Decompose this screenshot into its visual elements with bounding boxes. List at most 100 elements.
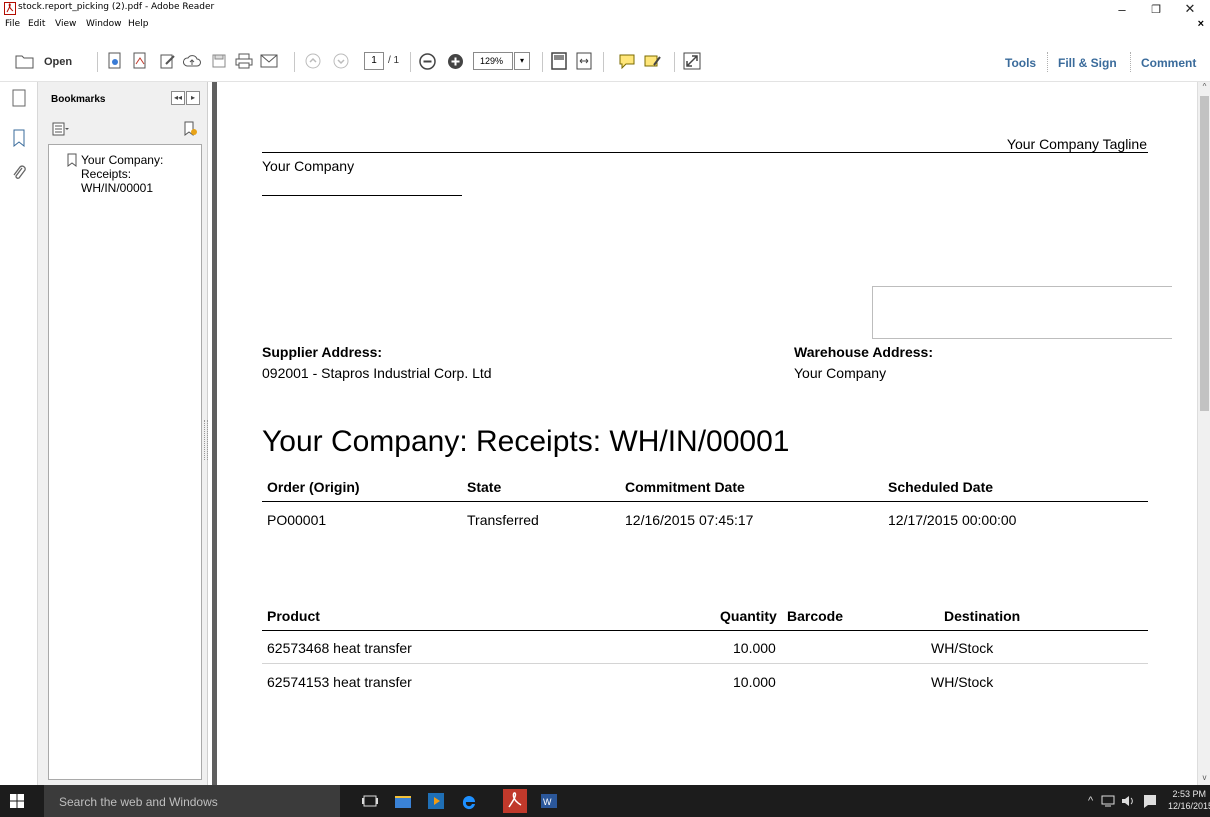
network-icon[interactable] bbox=[1100, 794, 1116, 808]
open-folder-icon[interactable] bbox=[14, 50, 36, 72]
bookmarks-toolbar bbox=[38, 118, 208, 140]
bookmark-options-icon[interactable] bbox=[52, 122, 70, 136]
previous-page-icon[interactable] bbox=[304, 50, 322, 72]
company-name: Your Company bbox=[262, 158, 355, 174]
zoom-in-icon[interactable] bbox=[446, 50, 464, 72]
minimize-button[interactable]: – bbox=[1104, 0, 1140, 18]
close-document-icon[interactable]: × bbox=[1198, 18, 1204, 30]
toolbar-separator bbox=[97, 52, 98, 72]
bookmark-icon bbox=[67, 153, 77, 167]
product-destination: WH/Stock bbox=[931, 674, 994, 690]
open-button[interactable]: Open bbox=[44, 56, 72, 68]
restore-button[interactable]: ❐ bbox=[1138, 0, 1174, 18]
menu-edit[interactable]: Edit bbox=[28, 19, 45, 29]
scheduled-date-value: 12/17/2015 00:00:00 bbox=[888, 512, 1017, 528]
windows-start-icon[interactable] bbox=[10, 794, 24, 808]
panel-collapse-controls: ◂◂ ▸ bbox=[171, 91, 200, 105]
comment-pane-button[interactable]: Comment bbox=[1141, 56, 1196, 70]
taskbar-search-input[interactable]: Search the web and Windows bbox=[44, 785, 340, 817]
svg-text:W: W bbox=[543, 797, 552, 807]
scroll-thumb[interactable] bbox=[1200, 96, 1209, 411]
collapse-panel-icon[interactable]: ◂◂ bbox=[171, 91, 185, 105]
company-tagline: Your Company Tagline bbox=[1006, 136, 1147, 152]
email-icon[interactable] bbox=[259, 50, 279, 72]
menu-window[interactable]: Window bbox=[86, 19, 122, 29]
edge-browser-icon[interactable] bbox=[460, 792, 478, 810]
next-page-icon[interactable] bbox=[332, 50, 350, 72]
commitment-date-value: 12/16/2015 07:45:17 bbox=[625, 512, 754, 528]
new-bookmark-icon[interactable] bbox=[182, 121, 198, 137]
scheduled-date-header: Scheduled Date bbox=[888, 479, 994, 495]
create-pdf-icon[interactable] bbox=[105, 50, 125, 72]
full-screen-icon[interactable] bbox=[682, 50, 702, 72]
vertical-scrollbar[interactable]: ^ v bbox=[1197, 82, 1210, 785]
clock-time: 2:53 PM bbox=[1172, 789, 1206, 799]
page-number-input[interactable]: 1 bbox=[364, 52, 384, 70]
taskbar-clock[interactable]: 2:53 PM 12/16/2015 bbox=[1168, 788, 1210, 812]
product-header: Product bbox=[267, 608, 320, 624]
product-destination: WH/Stock bbox=[931, 640, 994, 656]
action-center-icon[interactable] bbox=[1142, 793, 1158, 809]
close-window-button[interactable]: ✕ bbox=[1172, 0, 1208, 18]
bookmarks-header: Bookmarks ◂◂ ▸ bbox=[38, 82, 208, 116]
print-icon[interactable] bbox=[234, 50, 254, 72]
zoom-out-icon[interactable] bbox=[418, 50, 436, 72]
commitment-date-header: Commitment Date bbox=[625, 479, 745, 495]
supplier-address-value: 092001 - Stapros Industrial Corp. Ltd bbox=[262, 365, 492, 381]
tools-pane-button[interactable]: Tools bbox=[1005, 56, 1036, 70]
order-origin-header: Order (Origin) bbox=[267, 479, 360, 495]
document-viewport: Your Company Tagline Your Company Suppli… bbox=[212, 82, 1197, 785]
toolbar-separator bbox=[542, 52, 543, 72]
highlight-text-icon[interactable] bbox=[643, 50, 663, 72]
word-icon[interactable]: W bbox=[540, 792, 558, 810]
scroll-up-icon[interactable]: ^ bbox=[1198, 82, 1210, 94]
file-explorer-icon[interactable] bbox=[394, 792, 412, 810]
order-header-rule bbox=[262, 501, 1148, 502]
save-icon[interactable] bbox=[210, 50, 228, 72]
zoom-dropdown-icon[interactable]: ▾ bbox=[514, 52, 530, 70]
product-name: 62574153 heat transfer bbox=[267, 674, 412, 690]
export-pdf-icon[interactable] bbox=[130, 50, 150, 72]
menu-view[interactable]: View bbox=[55, 19, 76, 29]
quantity-header: Quantity bbox=[720, 608, 777, 624]
clock-date: 12/16/2015 bbox=[1168, 801, 1210, 811]
media-player-icon[interactable] bbox=[427, 792, 445, 810]
scroll-down-icon[interactable]: v bbox=[1198, 773, 1210, 785]
cloud-upload-icon[interactable] bbox=[182, 50, 202, 72]
adobe-reader-app-icon bbox=[4, 2, 16, 15]
fit-width-icon[interactable] bbox=[575, 50, 593, 72]
company-underline bbox=[262, 195, 462, 196]
header-rule bbox=[262, 152, 1148, 153]
zoom-level-input[interactable]: 129% bbox=[473, 52, 513, 70]
sticky-note-icon[interactable] bbox=[617, 50, 637, 72]
attachments-icon[interactable] bbox=[11, 164, 27, 182]
bookmark-label: Your Company: Receipts: WH/IN/00001 bbox=[81, 153, 164, 195]
bookmark-item[interactable]: Your Company: Receipts: WH/IN/00001 bbox=[67, 153, 181, 195]
product-quantity: 10.000 bbox=[733, 640, 776, 656]
menu-help[interactable]: Help bbox=[128, 19, 149, 29]
fit-page-icon[interactable] bbox=[550, 50, 568, 72]
product-quantity: 10.000 bbox=[733, 674, 776, 690]
row-divider bbox=[262, 663, 1148, 664]
volume-icon[interactable] bbox=[1120, 794, 1136, 808]
bookmarks-icon[interactable] bbox=[11, 129, 27, 147]
barcode-header: Barcode bbox=[787, 608, 844, 624]
order-origin-value: PO00001 bbox=[267, 512, 327, 528]
warehouse-address-label: Warehouse Address: bbox=[794, 344, 933, 360]
panel-resize-handle[interactable] bbox=[204, 420, 208, 460]
adobe-reader-taskbar-icon[interactable] bbox=[503, 789, 527, 813]
toolbar-separator bbox=[674, 52, 675, 72]
menu-bar: File Edit View Window Help × bbox=[0, 18, 1210, 34]
expand-panel-icon[interactable]: ▸ bbox=[186, 91, 200, 105]
product-header-rule bbox=[262, 630, 1148, 631]
menu-file[interactable]: File bbox=[5, 19, 20, 29]
page-thumbnails-icon[interactable] bbox=[11, 89, 27, 107]
bookmarks-panel: Bookmarks ◂◂ ▸ Your Company: Receipts: W… bbox=[38, 82, 208, 785]
toolbar-separator bbox=[410, 52, 411, 72]
edit-pdf-icon[interactable] bbox=[158, 50, 178, 72]
window-title: stock.report_picking (2).pdf - Adobe Rea… bbox=[18, 2, 215, 12]
show-hidden-icons-icon[interactable]: ^ bbox=[1088, 795, 1093, 807]
warehouse-address-value: Your Company bbox=[794, 365, 887, 381]
fill-sign-pane-button[interactable]: Fill & Sign bbox=[1058, 56, 1117, 70]
task-view-icon[interactable] bbox=[361, 792, 379, 810]
